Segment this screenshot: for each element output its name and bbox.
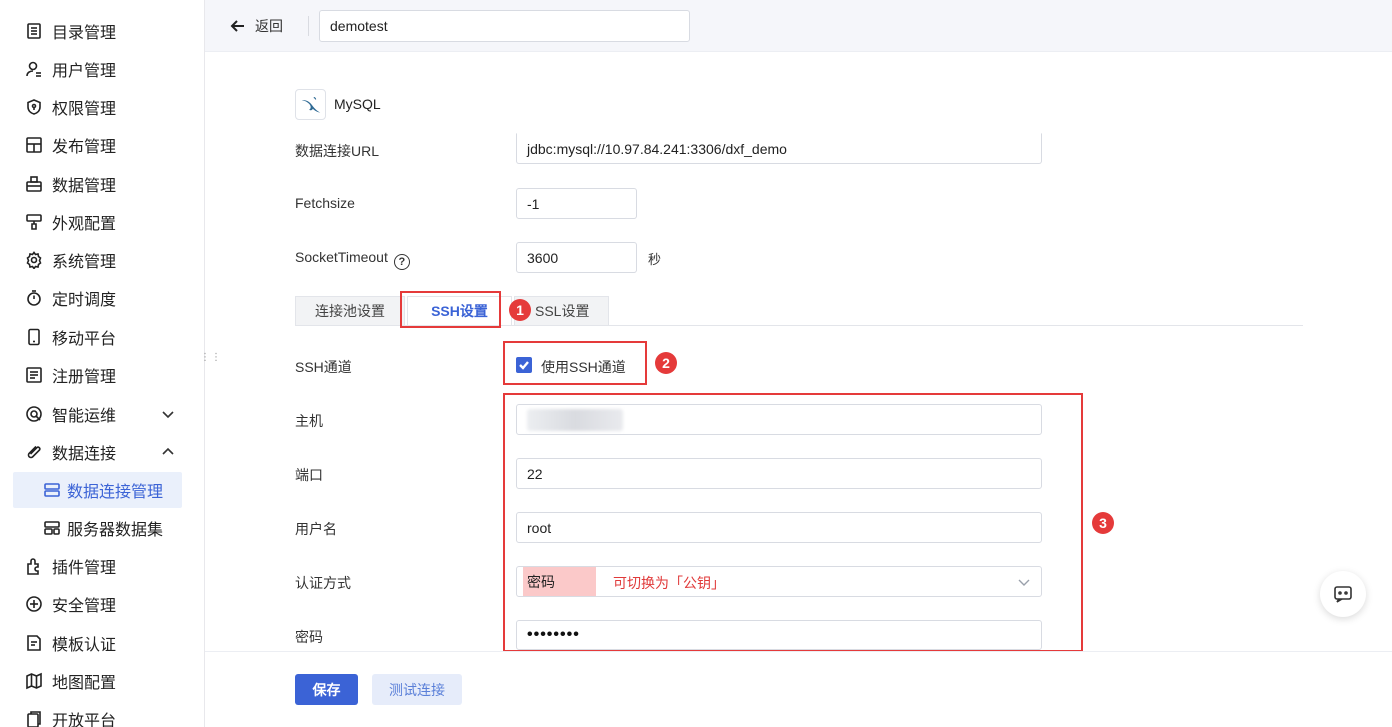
sidebar-item-map[interactable]: 地图配置 xyxy=(0,663,204,699)
sidebar-item-label: 开放平台 xyxy=(52,713,117,727)
sidebar-item-appearance[interactable]: 外观配置 xyxy=(0,204,204,240)
shield-icon xyxy=(25,98,43,116)
publish-icon xyxy=(25,136,43,154)
header-bar: 返回 demotest xyxy=(205,0,1392,52)
sidebar-item-users[interactable]: 用户管理 xyxy=(0,51,204,87)
arrow-left-icon xyxy=(230,20,244,32)
sidebar-item-label: 移动平台 xyxy=(52,331,117,348)
link-icon xyxy=(25,443,43,461)
sidebar-resize-handle[interactable]: ⋮⋮ xyxy=(200,353,221,373)
sidebar-item-label: 数据连接 xyxy=(52,446,117,463)
sidebar-item-label: 数据管理 xyxy=(52,178,117,195)
sidebar-item-publish[interactable]: 发布管理 xyxy=(0,127,204,163)
annotation-box-ssh-tab xyxy=(400,291,501,328)
map-icon xyxy=(25,672,43,690)
sidebar-item-catalog[interactable]: 目录管理 xyxy=(0,13,204,49)
header-divider xyxy=(308,16,309,36)
sidebar-item-system[interactable]: 系统管理 xyxy=(0,242,204,278)
annotation-badge: 3 xyxy=(1092,512,1114,534)
password-label: 密码 xyxy=(295,629,323,645)
server-icon xyxy=(43,519,61,537)
sidebar-item-label: 权限管理 xyxy=(52,101,117,118)
catalog-icon xyxy=(25,22,43,40)
template-icon xyxy=(25,634,43,652)
chat-icon xyxy=(1334,586,1352,603)
sidebar-subitem-server-dataset[interactable]: 服务器数据集 xyxy=(13,510,182,546)
sidebar-item-label: 模板认证 xyxy=(52,637,117,654)
host-label: 主机 xyxy=(295,413,323,429)
fetchsize-input[interactable]: -1 xyxy=(516,188,637,219)
sidebar-item-plugins[interactable]: 插件管理 xyxy=(0,548,204,584)
sidebar-item-label: 智能运维 xyxy=(52,408,117,425)
sidebar: 目录管理 用户管理 权限管理 发布管理 数据管理 外观配置 系统管理 定时调度 … xyxy=(0,0,205,727)
sidebar-item-label: 目录管理 xyxy=(52,25,117,42)
annotation-badge: 1 xyxy=(509,299,531,321)
socket-timeout-label: SocketTimeout? xyxy=(295,249,410,270)
connection-name-input[interactable]: demotest xyxy=(319,10,690,42)
sidebar-item-label: 发布管理 xyxy=(52,139,117,156)
sidebar-item-label: 安全管理 xyxy=(52,598,117,615)
sidebar-item-label: 外观配置 xyxy=(52,216,117,233)
sidebar-item-mobile[interactable]: 移动平台 xyxy=(0,319,204,355)
test-connection-button[interactable]: 测试连接 xyxy=(372,674,462,705)
sidebar-item-label: 插件管理 xyxy=(52,560,117,577)
chevron-up-icon[interactable] xyxy=(160,444,176,460)
save-button[interactable]: 保存 xyxy=(295,674,358,705)
tab-pool[interactable]: 连接池设置 xyxy=(295,296,405,326)
brush-icon xyxy=(25,213,43,231)
timer-icon xyxy=(25,289,43,307)
open-icon xyxy=(25,710,43,727)
fetchsize-label: Fetchsize xyxy=(295,195,355,211)
sidebar-item-label: 定时调度 xyxy=(52,292,117,309)
username-label: 用户名 xyxy=(295,521,337,537)
help-icon[interactable]: ? xyxy=(393,254,410,270)
sidebar-item-schedule[interactable]: 定时调度 xyxy=(0,280,204,316)
sidebar-item-label: 地图配置 xyxy=(52,675,117,692)
annotation-badge: 2 xyxy=(655,352,677,374)
sidebar-item-ops[interactable]: 智能运维 xyxy=(0,396,204,432)
data-icon xyxy=(25,175,43,193)
socket-timeout-unit: 秒 xyxy=(648,252,662,267)
gear-icon xyxy=(25,251,43,269)
ops-icon xyxy=(25,405,43,423)
socket-timeout-input[interactable]: 3600 xyxy=(516,242,637,273)
server-icon xyxy=(43,481,61,499)
back-button[interactable]: 返回 xyxy=(229,14,283,38)
back-label: 返回 xyxy=(255,18,283,34)
sidebar-subitem-label: 服务器数据集 xyxy=(67,522,164,539)
plugin-icon xyxy=(25,557,43,575)
sidebar-item-data-connection[interactable]: 数据连接 xyxy=(0,434,204,470)
annotation-box-ssh-fields xyxy=(503,393,1083,652)
sidebar-item-label: 注册管理 xyxy=(52,369,117,386)
user-icon xyxy=(25,60,43,78)
port-label: 端口 xyxy=(295,467,323,483)
sidebar-subitem-connection-manage[interactable]: 数据连接管理 xyxy=(13,472,182,508)
register-icon xyxy=(25,366,43,384)
socket-timeout-text: SocketTimeout xyxy=(295,249,388,265)
sidebar-item-data[interactable]: 数据管理 xyxy=(0,166,204,202)
auth-method-label: 认证方式 xyxy=(295,575,351,591)
url-label: 数据连接URL xyxy=(295,143,380,159)
sidebar-item-permissions[interactable]: 权限管理 xyxy=(0,89,204,125)
mobile-icon xyxy=(25,328,43,346)
chevron-down-icon[interactable] xyxy=(160,406,176,422)
db-type-name: MySQL xyxy=(334,96,381,112)
mysql-logo-icon xyxy=(295,89,326,120)
sidebar-item-register[interactable]: 注册管理 xyxy=(0,357,204,393)
annotation-box-ssh-channel xyxy=(503,341,647,385)
sidebar-subitem-label: 数据连接管理 xyxy=(67,484,164,501)
sidebar-item-label: 用户管理 xyxy=(52,63,117,80)
sidebar-item-label: 系统管理 xyxy=(52,254,117,271)
sidebar-item-open-platform[interactable]: 开放平台 xyxy=(0,701,204,727)
floating-assistant-button[interactable] xyxy=(1320,571,1366,617)
sidebar-item-security[interactable]: 安全管理 xyxy=(0,586,204,622)
url-input[interactable]: jdbc:mysql://10.97.84.241:3306/dxf_demo xyxy=(516,133,1042,164)
ssh-channel-label: SSH通道 xyxy=(295,359,352,375)
security-icon xyxy=(25,595,43,613)
sidebar-item-template[interactable]: 模板认证 xyxy=(0,625,204,661)
